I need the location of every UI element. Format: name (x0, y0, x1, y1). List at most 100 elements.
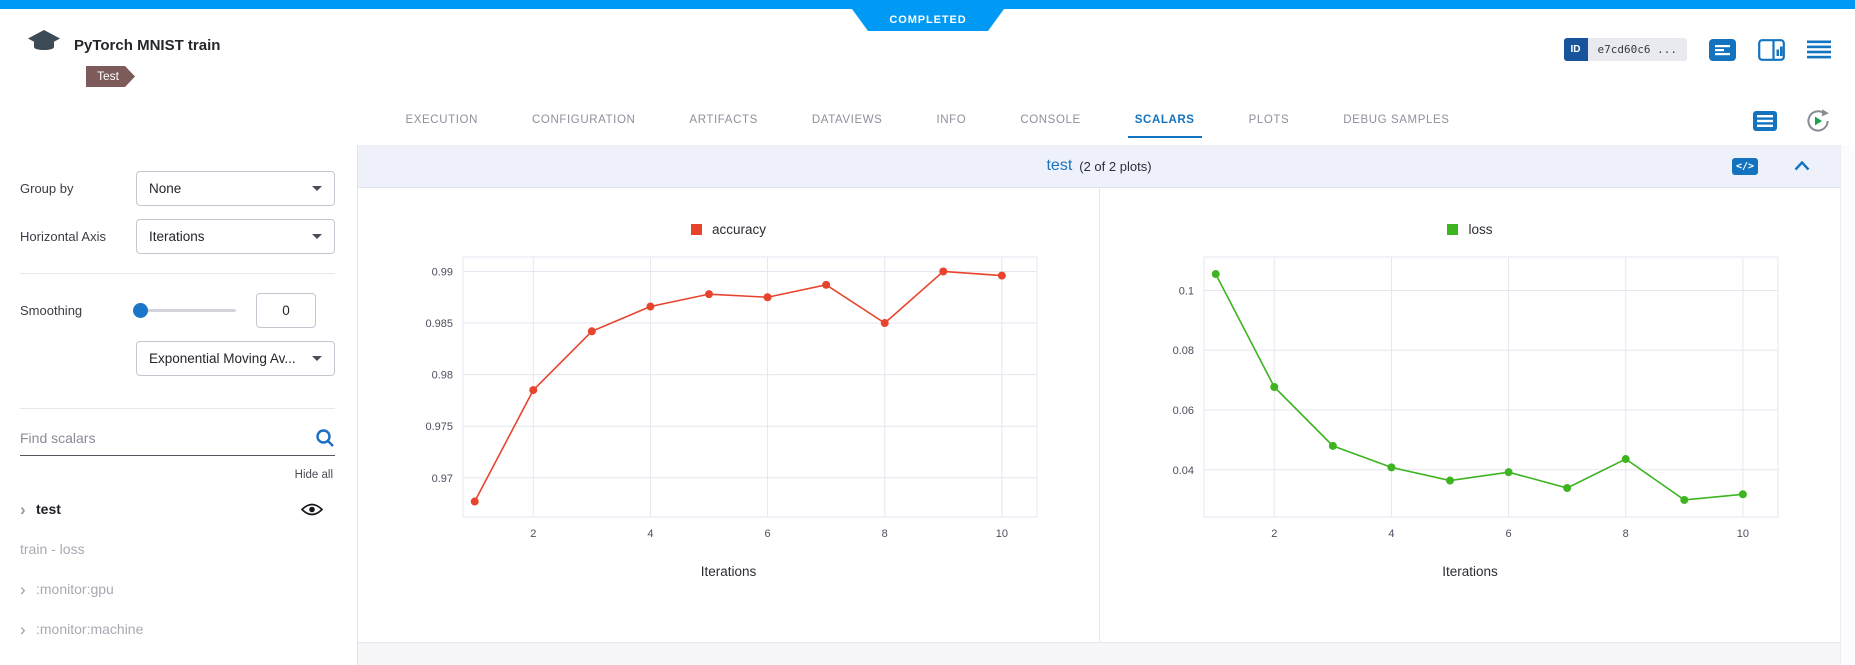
svg-text:2: 2 (1271, 528, 1277, 540)
scalar-item-label: :monitor:gpu (36, 581, 114, 597)
description-icon[interactable] (1709, 39, 1736, 61)
svg-text:0.1: 0.1 (1179, 285, 1194, 297)
chart-legend[interactable]: accuracy (691, 222, 766, 237)
scalar-item-test[interactable]: ›test (20, 489, 335, 529)
plot-group-actions: </> (1732, 158, 1810, 175)
scalar-tree: ›testtrain - loss›:monitor:gpu›:monitor:… (20, 489, 335, 649)
chevron-down-icon (312, 234, 322, 239)
loss-plot-area[interactable]: 2468100.040.060.080.1 (1140, 249, 1800, 556)
experiment-detail-page: COMPLETED PyTorch MNIST train Test ID e7… (0, 0, 1855, 665)
legend-label: accuracy (712, 222, 766, 237)
chevron-right-icon[interactable]: › (20, 501, 36, 518)
horizontal-axis-label: Horizontal Axis (20, 229, 136, 244)
svg-text:6: 6 (1506, 528, 1512, 540)
svg-text:0.06: 0.06 (1173, 405, 1194, 417)
horizontal-axis-row: Horizontal Axis Iterations (20, 219, 335, 254)
svg-text:10: 10 (995, 528, 1007, 540)
scalar-item-label: test (36, 501, 61, 517)
tab-bar: EXECUTIONCONFIGURATIONARTIFACTSDATAVIEWS… (379, 95, 1477, 145)
chevron-down-icon (312, 186, 322, 191)
tab-info[interactable]: INFO (909, 95, 993, 145)
slider-thumb[interactable] (133, 303, 148, 318)
svg-text:2: 2 (530, 528, 536, 540)
tab-bar-row: EXECUTIONCONFIGURATIONARTIFACTSDATAVIEWS… (0, 95, 1855, 145)
svg-text:4: 4 (1388, 528, 1394, 540)
bottom-strip (358, 643, 1840, 665)
horizontal-axis-select[interactable]: Iterations (136, 219, 335, 254)
experiment-title: PyTorch MNIST train (74, 37, 220, 54)
smoothing-type-row: Exponential Moving Av... (136, 341, 335, 376)
svg-text:6: 6 (764, 528, 770, 540)
smoothing-label: Smoothing (20, 303, 136, 318)
smoothing-type-value: Exponential Moving Av... (149, 351, 296, 366)
tab-bar-actions (1753, 108, 1831, 134)
scalar-item-monitor-gpu[interactable]: ›:monitor:gpu (20, 569, 335, 609)
smoothing-value-input[interactable]: 0 (256, 293, 316, 328)
scalar-item-train-loss[interactable]: train - loss (20, 529, 335, 569)
experiment-id[interactable]: ID e7cd60c6 ... (1564, 38, 1687, 61)
smoothing-slider-area: 0 (136, 293, 335, 328)
smoothing-type-select[interactable]: Exponential Moving Av... (136, 341, 335, 376)
chevron-right-icon[interactable]: › (20, 581, 36, 598)
scalar-item-monitor-machine[interactable]: ›:monitor:machine (20, 609, 335, 649)
scrollbar[interactable] (1840, 145, 1855, 665)
smoothing-row: Smoothing 0 (20, 293, 335, 328)
eye-icon[interactable] (301, 503, 323, 516)
plot-group-title[interactable]: test (1046, 157, 1072, 175)
experiment-header: PyTorch MNIST train Test ID e7cd60c6 ... (0, 9, 1855, 95)
collapse-icon[interactable] (1794, 161, 1810, 171)
group-by-select[interactable]: None (136, 171, 335, 206)
svg-text:8: 8 (881, 528, 887, 540)
status-top-bar (0, 0, 1855, 9)
scalar-item-label: :monitor:machine (36, 621, 143, 637)
tab-console[interactable]: CONSOLE (993, 95, 1107, 145)
svg-text:0.99: 0.99 (431, 266, 452, 278)
chevron-down-icon (312, 356, 322, 361)
horizontal-axis-value: Iterations (149, 229, 205, 244)
svg-text:0.98: 0.98 (431, 370, 452, 382)
sidebar-divider (20, 273, 335, 274)
search-input[interactable] (20, 430, 315, 446)
tab-dataviews[interactable]: DATAVIEWS (785, 95, 910, 145)
svg-text:0.08: 0.08 (1173, 345, 1194, 357)
tab-configuration[interactable]: CONFIGURATION (505, 95, 662, 145)
svg-text:8: 8 (1623, 528, 1629, 540)
tab-execution[interactable]: EXECUTION (379, 95, 506, 145)
table-view-icon[interactable] (1753, 111, 1777, 131)
menu-icon[interactable] (1807, 40, 1831, 59)
auto-refresh-icon[interactable] (1805, 108, 1831, 134)
scalar-search-row (20, 428, 335, 456)
tab-debug-samples[interactable]: DEBUG SAMPLES (1316, 95, 1476, 145)
tab-scalars[interactable]: SCALARS (1108, 95, 1222, 145)
tab-plots[interactable]: PLOTS (1222, 95, 1317, 145)
id-value: e7cd60c6 ... (1588, 38, 1687, 61)
accuracy-plot-area[interactable]: 2468100.970.9750.980.9850.99 (399, 249, 1059, 556)
experiment-type-icon (27, 29, 61, 64)
experiment-tag[interactable]: Test (86, 66, 135, 87)
chart-legend[interactable]: loss (1447, 222, 1492, 237)
accuracy-chart[interactable]: accuracy 2468100.970.9750.980.9850.99 It… (358, 188, 1099, 642)
tab-artifacts[interactable]: ARTIFACTS (662, 95, 784, 145)
svg-text:0.985: 0.985 (425, 318, 453, 330)
legend-label: loss (1468, 222, 1492, 237)
embed-code-icon[interactable]: </> (1732, 158, 1758, 175)
legend-swatch (1447, 224, 1458, 235)
legend-swatch (691, 224, 702, 235)
content-body: Group by None Horizontal Axis Iterations… (0, 145, 1855, 665)
group-by-row: Group by None (20, 171, 335, 206)
hide-all-button[interactable]: Hide all (20, 469, 333, 481)
details-panel-icon[interactable] (1758, 39, 1785, 61)
plot-group-header: test (2 of 2 plots) </> (358, 145, 1840, 188)
loss-chart[interactable]: loss 2468100.040.060.080.1 Iterations (1099, 188, 1840, 642)
group-by-label: Group by (20, 181, 136, 196)
svg-text:0.04: 0.04 (1173, 465, 1194, 477)
search-icon[interactable] (315, 428, 335, 448)
id-badge: ID (1564, 38, 1588, 61)
svg-text:4: 4 (647, 528, 653, 540)
svg-text:0.975: 0.975 (425, 421, 453, 433)
chevron-right-icon[interactable]: › (20, 621, 36, 638)
scalar-item-label: train - loss (20, 541, 85, 557)
smoothing-slider[interactable] (136, 309, 236, 312)
sidebar-divider (20, 408, 335, 409)
header-actions: ID e7cd60c6 ... (1564, 38, 1831, 61)
